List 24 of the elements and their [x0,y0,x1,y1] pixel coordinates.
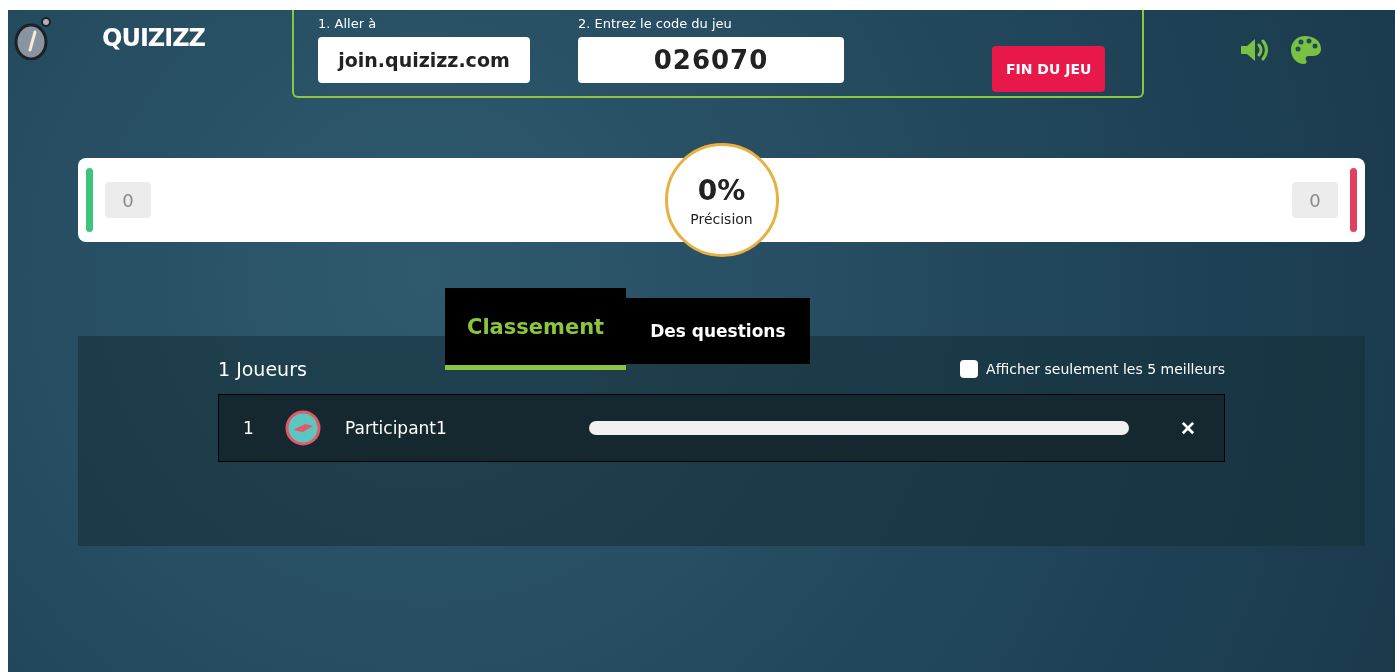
end-game-button[interactable]: FIN DU JEU [992,46,1106,92]
tab[interactable]: Des questions [626,298,810,364]
checkbox[interactable] [960,360,979,378]
step-label: 1. Aller à [318,16,378,31]
accuracy-value: 0% [697,173,746,207]
knob-icon [12,16,52,60]
remove-player-button[interactable]: ✕ [1176,416,1200,440]
game-code-field: 026070 [578,37,844,83]
palette-icon[interactable] [1289,34,1321,66]
incorrect-count: 0 [1292,182,1338,218]
correct-count: 0 [105,182,151,218]
logo: QUIZIZZ [102,24,205,52]
incorrect-bar [1350,168,1357,232]
step-label: 2. Entrez le code du jeu [578,16,733,31]
tab[interactable]: Classement [445,288,627,370]
accuracy-label: Précision [690,210,753,227]
speaker-icon[interactable] [1239,37,1269,63]
player-count: 1 Joueurs [218,358,307,380]
player-name: Participant1 [345,418,448,438]
player-rank: 1 [243,418,255,438]
join-url-field: join.quizizz.com [318,37,530,83]
correct-bar [86,168,93,232]
avatar-icon [285,410,321,446]
checkbox-label: Afficher seulement les 5 meilleurs [986,361,1225,377]
